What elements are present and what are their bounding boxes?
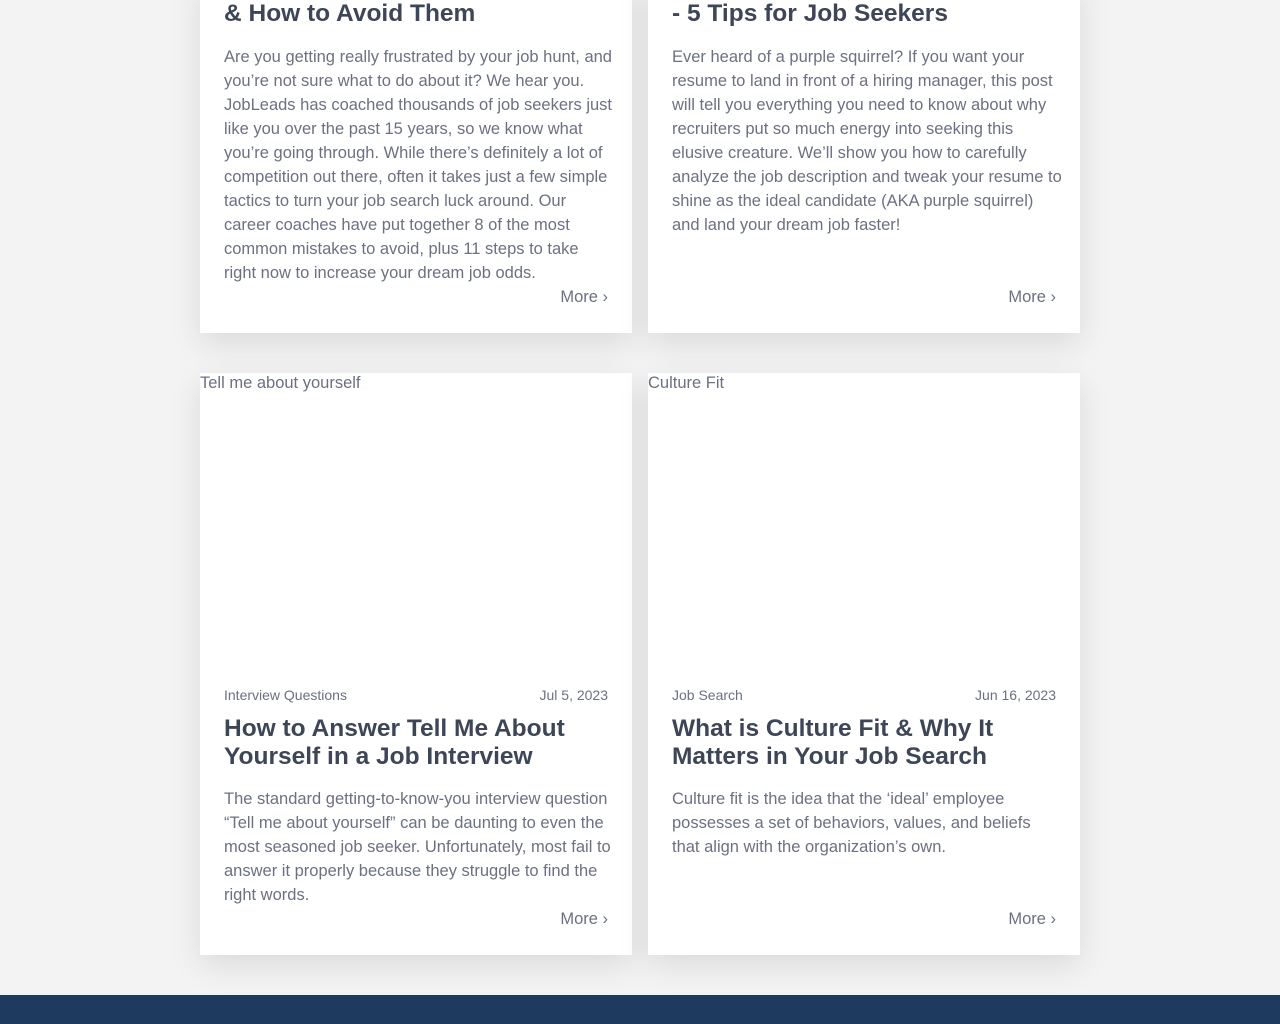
card-title[interactable]: How to Answer Tell Me About Yourself in …	[224, 715, 608, 771]
card-excerpt: The standard getting-to-know-you intervi…	[224, 790, 611, 904]
card-excerpt: Culture fit is the idea that the ‘ideal’…	[672, 790, 1031, 856]
broken-image-alt-text: Tell me about yourself	[200, 374, 361, 392]
blog-card[interactable]: & How to Avoid Them Are you getting real…	[200, 0, 632, 333]
footer	[0, 995, 1280, 1024]
card-category[interactable]: Interview Questions	[224, 686, 347, 704]
card-date: Jul 5, 2023	[539, 687, 609, 703]
broken-image-alt-text: Culture Fit	[648, 374, 725, 392]
blog-card[interactable]: Tell me about yourself Interview Questio…	[200, 373, 632, 955]
more-link[interactable]: More ›	[560, 907, 608, 931]
more-link[interactable]: More ›	[1008, 907, 1056, 931]
more-link[interactable]: More ›	[560, 285, 608, 309]
blog-card[interactable]: - 5 Tips for Job Seekers Ever heard of a…	[648, 0, 1080, 333]
card-meta: Interview Questions Jul 5, 2023	[224, 686, 608, 704]
card-title[interactable]: - 5 Tips for Job Seekers	[672, 0, 1056, 28]
card-excerpt: Are you getting really frustrated by you…	[224, 48, 613, 282]
card-image[interactable]: Culture Fit	[648, 373, 1080, 663]
more-link[interactable]: More ›	[1008, 285, 1056, 309]
card-excerpt: Ever heard of a purple squirrel? If you …	[672, 48, 1062, 234]
card-meta: Job Search Jun 16, 2023	[672, 686, 1056, 704]
card-category[interactable]: Job Search	[672, 686, 743, 704]
card-image[interactable]: Tell me about yourself	[200, 373, 632, 663]
blog-card[interactable]: Culture Fit Job Search Jun 16, 2023 What…	[648, 373, 1080, 955]
card-date: Jun 16, 2023	[975, 687, 1056, 703]
card-title[interactable]: & How to Avoid Them	[224, 0, 608, 28]
card-title[interactable]: What is Culture Fit & Why It Matters in …	[672, 715, 1056, 771]
blog-listing-page: & How to Avoid Them Are you getting real…	[0, 0, 1280, 1024]
